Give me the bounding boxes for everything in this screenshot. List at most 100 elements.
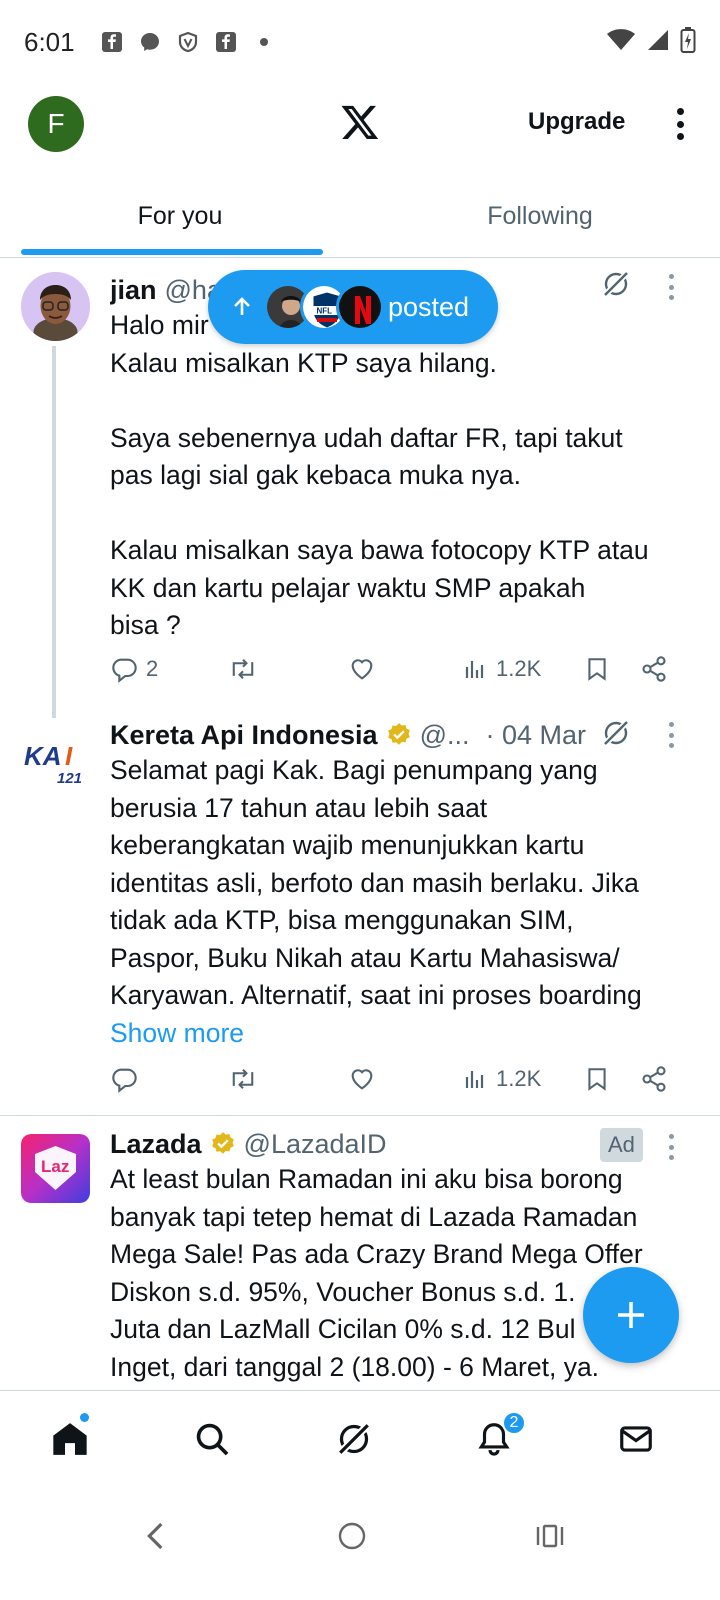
netflix-logo-icon	[336, 283, 384, 331]
profile-avatar[interactable]: F	[28, 96, 84, 152]
author-name[interactable]: jian	[110, 275, 157, 306]
status-bar: 6:01	[0, 0, 720, 84]
facebook-icon	[101, 31, 123, 53]
retweet-button[interactable]	[228, 1065, 258, 1093]
lazada-logo-text: Laz	[41, 1157, 69, 1176]
recents-button[interactable]	[526, 1512, 574, 1560]
wifi-icon	[606, 28, 636, 57]
retweet-icon	[232, 1069, 254, 1089]
heart-icon	[351, 1069, 373, 1090]
nav-grok[interactable]	[332, 1417, 376, 1461]
facebook-icon-2	[215, 31, 237, 53]
share-icon	[642, 656, 666, 682]
bookmark-icon	[588, 1068, 606, 1091]
share-button[interactable]	[640, 655, 668, 683]
posted-avatars: NFL	[264, 283, 384, 331]
bookmark-icon	[588, 658, 606, 681]
top-header: F Upgrade	[0, 84, 720, 176]
views-chart-icon	[465, 1071, 484, 1088]
timeline-feed[interactable]: jian @hal Halo mir Kalau misalkan KTP sa…	[0, 258, 720, 1418]
signal-icon	[646, 28, 670, 57]
author-name[interactable]: Lazada	[110, 1129, 202, 1160]
mail-icon	[620, 1426, 652, 1452]
grok-icon[interactable]	[600, 717, 632, 749]
svg-text:121: 121	[57, 770, 82, 787]
svg-text:KA: KA	[24, 741, 62, 771]
tweet-more-icon[interactable]	[666, 274, 676, 300]
like-button[interactable]	[348, 1065, 376, 1093]
status-notification-icons	[101, 31, 275, 53]
circle-home-icon	[338, 1522, 366, 1550]
reply-icon	[112, 1068, 137, 1093]
arrow-up-icon	[234, 297, 250, 315]
nav-search[interactable]	[190, 1417, 234, 1461]
nav-home[interactable]	[48, 1417, 92, 1461]
tweet-kereta-api-indonesia[interactable]: KA I 121 Kereta Api Indonesia @... · 04 …	[0, 713, 720, 1115]
back-button[interactable]	[132, 1512, 180, 1560]
retweet-button[interactable]	[228, 655, 258, 683]
x-logo-icon	[340, 102, 380, 142]
status-time: 6:01	[24, 26, 75, 57]
tweet-text[interactable]: Selamat pagi Kak. Bagi penumpang yang be…	[110, 752, 692, 1015]
share-button[interactable]	[640, 1065, 668, 1093]
reply-button[interactable]: 2	[110, 655, 158, 683]
views-chart-icon	[465, 661, 484, 678]
tweet-actions: 2 1.2K	[110, 649, 690, 689]
tweet-lazada-ad[interactable]: Laz Lazada @LazadaID At least bulan Rama…	[0, 1116, 720, 1418]
upgrade-button[interactable]: Upgrade	[528, 108, 625, 136]
author-handle[interactable]: @LazadaID	[244, 1129, 387, 1160]
show-more-link[interactable]: Show more	[110, 1015, 692, 1053]
avatar[interactable]: KA I 121	[21, 723, 90, 792]
grok-icon[interactable]	[600, 268, 632, 300]
verified-gold-icon	[211, 1132, 234, 1154]
views-button[interactable]: 1.2K	[464, 1066, 541, 1092]
retweet-icon	[232, 659, 254, 679]
tweet-more-icon[interactable]	[666, 1134, 676, 1160]
nav-messages[interactable]	[614, 1417, 658, 1461]
system-navigation-bar	[0, 1486, 720, 1600]
battery-icon	[680, 26, 696, 59]
status-system-icons	[606, 26, 696, 59]
avatar[interactable]	[21, 272, 90, 341]
active-tab-indicator	[21, 249, 323, 255]
home-new-indicator	[80, 1413, 89, 1422]
recents-icon	[536, 1524, 564, 1548]
tweet-more-icon[interactable]	[666, 722, 676, 748]
bookmark-button[interactable]	[584, 655, 610, 683]
share-icon	[642, 1066, 666, 1092]
tweet-actions: 1.2K	[110, 1059, 690, 1099]
view-count: 1.2K	[496, 1066, 542, 1091]
tab-for-you[interactable]: For you	[0, 176, 360, 257]
notification-count-badge: 2	[502, 1411, 526, 1435]
avatar[interactable]: Laz	[21, 1134, 90, 1203]
reply-button[interactable]	[110, 1065, 138, 1093]
tweet-text[interactable]: Halo mir Kalau misalkan KTP saya hilang.…	[110, 307, 692, 645]
tweet-date[interactable]: · 04 Mar	[485, 720, 586, 751]
verified-gold-icon	[387, 723, 410, 745]
views-button[interactable]: 1.2K	[464, 656, 541, 682]
author-handle[interactable]: @...	[420, 720, 470, 751]
tab-following[interactable]: Following	[360, 176, 720, 257]
tab-label: For you	[137, 202, 223, 230]
new-posts-pill[interactable]: NFL posted	[208, 270, 498, 344]
bookmark-button[interactable]	[584, 1065, 610, 1093]
svg-text:NFL: NFL	[317, 307, 333, 316]
back-chevron-icon	[147, 1522, 163, 1550]
posted-label: posted	[388, 291, 470, 322]
reply-count: 2	[146, 656, 159, 681]
feed-tabs: For you Following	[0, 176, 720, 258]
home-icon	[53, 1423, 87, 1455]
reply-icon	[112, 658, 137, 683]
like-button[interactable]	[348, 655, 376, 683]
more-notifications-dot-icon	[253, 31, 275, 53]
home-system-button[interactable]	[328, 1512, 376, 1560]
tab-label: Following	[487, 202, 593, 230]
author-name[interactable]: Kereta Api Indonesia	[110, 720, 378, 751]
heart-icon	[351, 659, 373, 680]
view-count: 1.2K	[496, 656, 542, 681]
more-options-icon[interactable]	[668, 104, 692, 144]
svg-text:I: I	[65, 741, 73, 771]
bottom-navigation: 2	[0, 1390, 720, 1486]
messenger-icon	[139, 31, 161, 53]
compose-post-button[interactable]	[583, 1267, 679, 1363]
